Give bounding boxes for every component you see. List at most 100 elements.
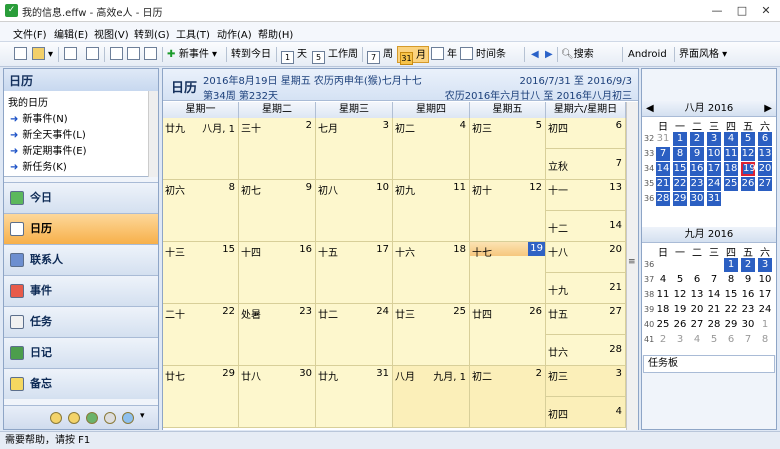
day-cell[interactable]: 初八 10: [316, 180, 393, 242]
mini-day[interactable]: 6: [690, 273, 704, 287]
calendar-scrollbar[interactable]: ≡: [626, 102, 638, 430]
menu-edit[interactable]: 编辑(E): [54, 26, 88, 41]
mini-day[interactable]: 25: [656, 318, 670, 332]
mini-day[interactable]: 13: [758, 147, 772, 161]
day-cell[interactable]: 十七 19: [470, 242, 546, 304]
mini-day[interactable]: 24: [707, 177, 721, 191]
new-recurring-event-link[interactable]: ➜ 新定期事件(E): [10, 142, 87, 157]
note-icon[interactable]: [50, 412, 62, 424]
day-cell[interactable]: 廿二 24: [316, 304, 393, 366]
mini-day[interactable]: 4: [656, 273, 670, 287]
mini-day[interactable]: 17: [758, 288, 772, 302]
day-cell[interactable]: 廿三 25: [393, 304, 470, 366]
mini-day[interactable]: 16: [690, 162, 704, 176]
mini-day[interactable]: 18: [724, 162, 738, 176]
mini-day[interactable]: 27: [690, 318, 704, 332]
mini-day[interactable]: 22: [673, 177, 687, 191]
mini-day[interactable]: 14: [656, 162, 670, 176]
mini-day[interactable]: 21: [656, 177, 670, 191]
prev-month-button[interactable]: ◀: [646, 101, 654, 117]
day-cell[interactable]: 处暑 23: [239, 304, 316, 366]
search-button[interactable]: 🔍︎搜索: [561, 46, 594, 63]
mini-day[interactable]: 24: [758, 303, 772, 317]
mini-day[interactable]: 26: [673, 318, 687, 332]
mini-day[interactable]: 3: [758, 258, 772, 272]
next-period-button[interactable]: ▶: [545, 46, 553, 63]
mini-day[interactable]: 25: [724, 177, 738, 191]
nav-events[interactable]: 事件: [4, 275, 158, 306]
action-list-scrollbar[interactable]: [148, 91, 158, 177]
mini-day[interactable]: 28: [656, 192, 670, 206]
day-cell-weekend[interactable]: 立秋 7: [546, 149, 626, 180]
mini-day[interactable]: 8: [758, 333, 772, 347]
nav-diary[interactable]: 日记: [4, 337, 158, 368]
mini-day[interactable]: 29: [673, 192, 687, 206]
print-button[interactable]: [64, 46, 80, 63]
view-workweek-button[interactable]: 5 工作周: [312, 46, 358, 64]
mini-day[interactable]: 17: [707, 162, 721, 176]
mini-day[interactable]: 22: [724, 303, 738, 317]
mini-day[interactable]: 7: [707, 273, 721, 287]
mini-day[interactable]: 30: [741, 318, 755, 332]
view-month-button[interactable]: 31 月: [397, 46, 429, 65]
globe-icon[interactable]: [86, 412, 98, 424]
copy-button[interactable]: [127, 46, 143, 63]
day-cell-weekend[interactable]: 十八 20: [546, 242, 626, 273]
menu-view[interactable]: 视图(V): [94, 26, 129, 41]
mini-day[interactable]: 4: [690, 333, 704, 347]
day-cell[interactable]: 初三 5: [470, 118, 546, 180]
mini-day[interactable]: 8: [673, 147, 687, 161]
mini-day[interactable]: 3: [707, 132, 721, 146]
mini-day[interactable]: 1: [673, 132, 687, 146]
day-cell[interactable]: 初二 2: [470, 366, 546, 428]
day-cell[interactable]: 初二 4: [393, 118, 470, 180]
mini-day[interactable]: 13: [690, 288, 704, 302]
mini-day[interactable]: 10: [758, 273, 772, 287]
day-cell-weekend[interactable]: 廿六 28: [546, 335, 626, 366]
day-cell-weekend[interactable]: 十一 13: [546, 180, 626, 211]
new-task-link[interactable]: ➜ 新任务(K): [10, 158, 67, 173]
style-button[interactable]: 界面风格 ▾: [679, 46, 727, 63]
next-month-button[interactable]: ▶: [764, 101, 772, 117]
mini-day[interactable]: 6: [758, 132, 772, 146]
mini-day[interactable]: 11: [724, 147, 738, 161]
day-cell[interactable]: 初十 12: [470, 180, 546, 242]
scroll-thumb-icon[interactable]: ≡: [628, 257, 636, 267]
day-cell[interactable]: 廿八 30: [239, 366, 316, 428]
print-preview-button[interactable]: [86, 46, 102, 63]
menu-goto[interactable]: 转到(G): [134, 26, 170, 41]
mini-day[interactable]: 31: [707, 192, 721, 206]
maximize-button[interactable]: □: [731, 2, 753, 19]
prev-period-button[interactable]: ◀: [531, 46, 539, 63]
day-cell[interactable]: 廿七 29: [163, 366, 239, 428]
mini-day[interactable]: 1: [758, 318, 772, 332]
nav-today[interactable]: 今日: [4, 182, 158, 213]
mini-day[interactable]: 1: [724, 258, 738, 272]
mini-day[interactable]: 7: [656, 147, 670, 161]
mini-day[interactable]: 20: [690, 303, 704, 317]
mini-day[interactable]: 20: [758, 162, 772, 176]
day-cell[interactable]: 七月 3: [316, 118, 393, 180]
day-cell[interactable]: 三十 2: [239, 118, 316, 180]
mini-day[interactable]: 19: [673, 303, 687, 317]
mini-day[interactable]: 23: [690, 177, 704, 191]
nav-calendar[interactable]: 日历: [4, 213, 158, 244]
mini-day[interactable]: 9: [690, 147, 704, 161]
day-cell[interactable]: 廿九 八月, 1: [163, 118, 239, 180]
day-cell[interactable]: 廿九 31: [316, 366, 393, 428]
mini-day[interactable]: 5: [741, 132, 755, 146]
mini-day[interactable]: 11: [656, 288, 670, 302]
task-board[interactable]: 任务板: [643, 355, 775, 373]
mini-day[interactable]: 12: [741, 147, 755, 161]
nav-memo[interactable]: 备忘: [4, 368, 158, 399]
close-button[interactable]: ✕: [755, 2, 777, 19]
mini-day[interactable]: 23: [741, 303, 755, 317]
day-cell-weekend[interactable]: 初三 3: [546, 366, 626, 397]
my-calendar-section[interactable]: 我的日历: [8, 94, 48, 109]
mini-day[interactable]: 5: [707, 333, 721, 347]
day-cell-weekend[interactable]: 初四 6: [546, 118, 626, 149]
day-cell[interactable]: 十四 16: [239, 242, 316, 304]
goto-today-button[interactable]: 转到今日: [231, 46, 271, 63]
day-cell[interactable]: 十五 17: [316, 242, 393, 304]
nav-tasks[interactable]: 任务: [4, 306, 158, 337]
